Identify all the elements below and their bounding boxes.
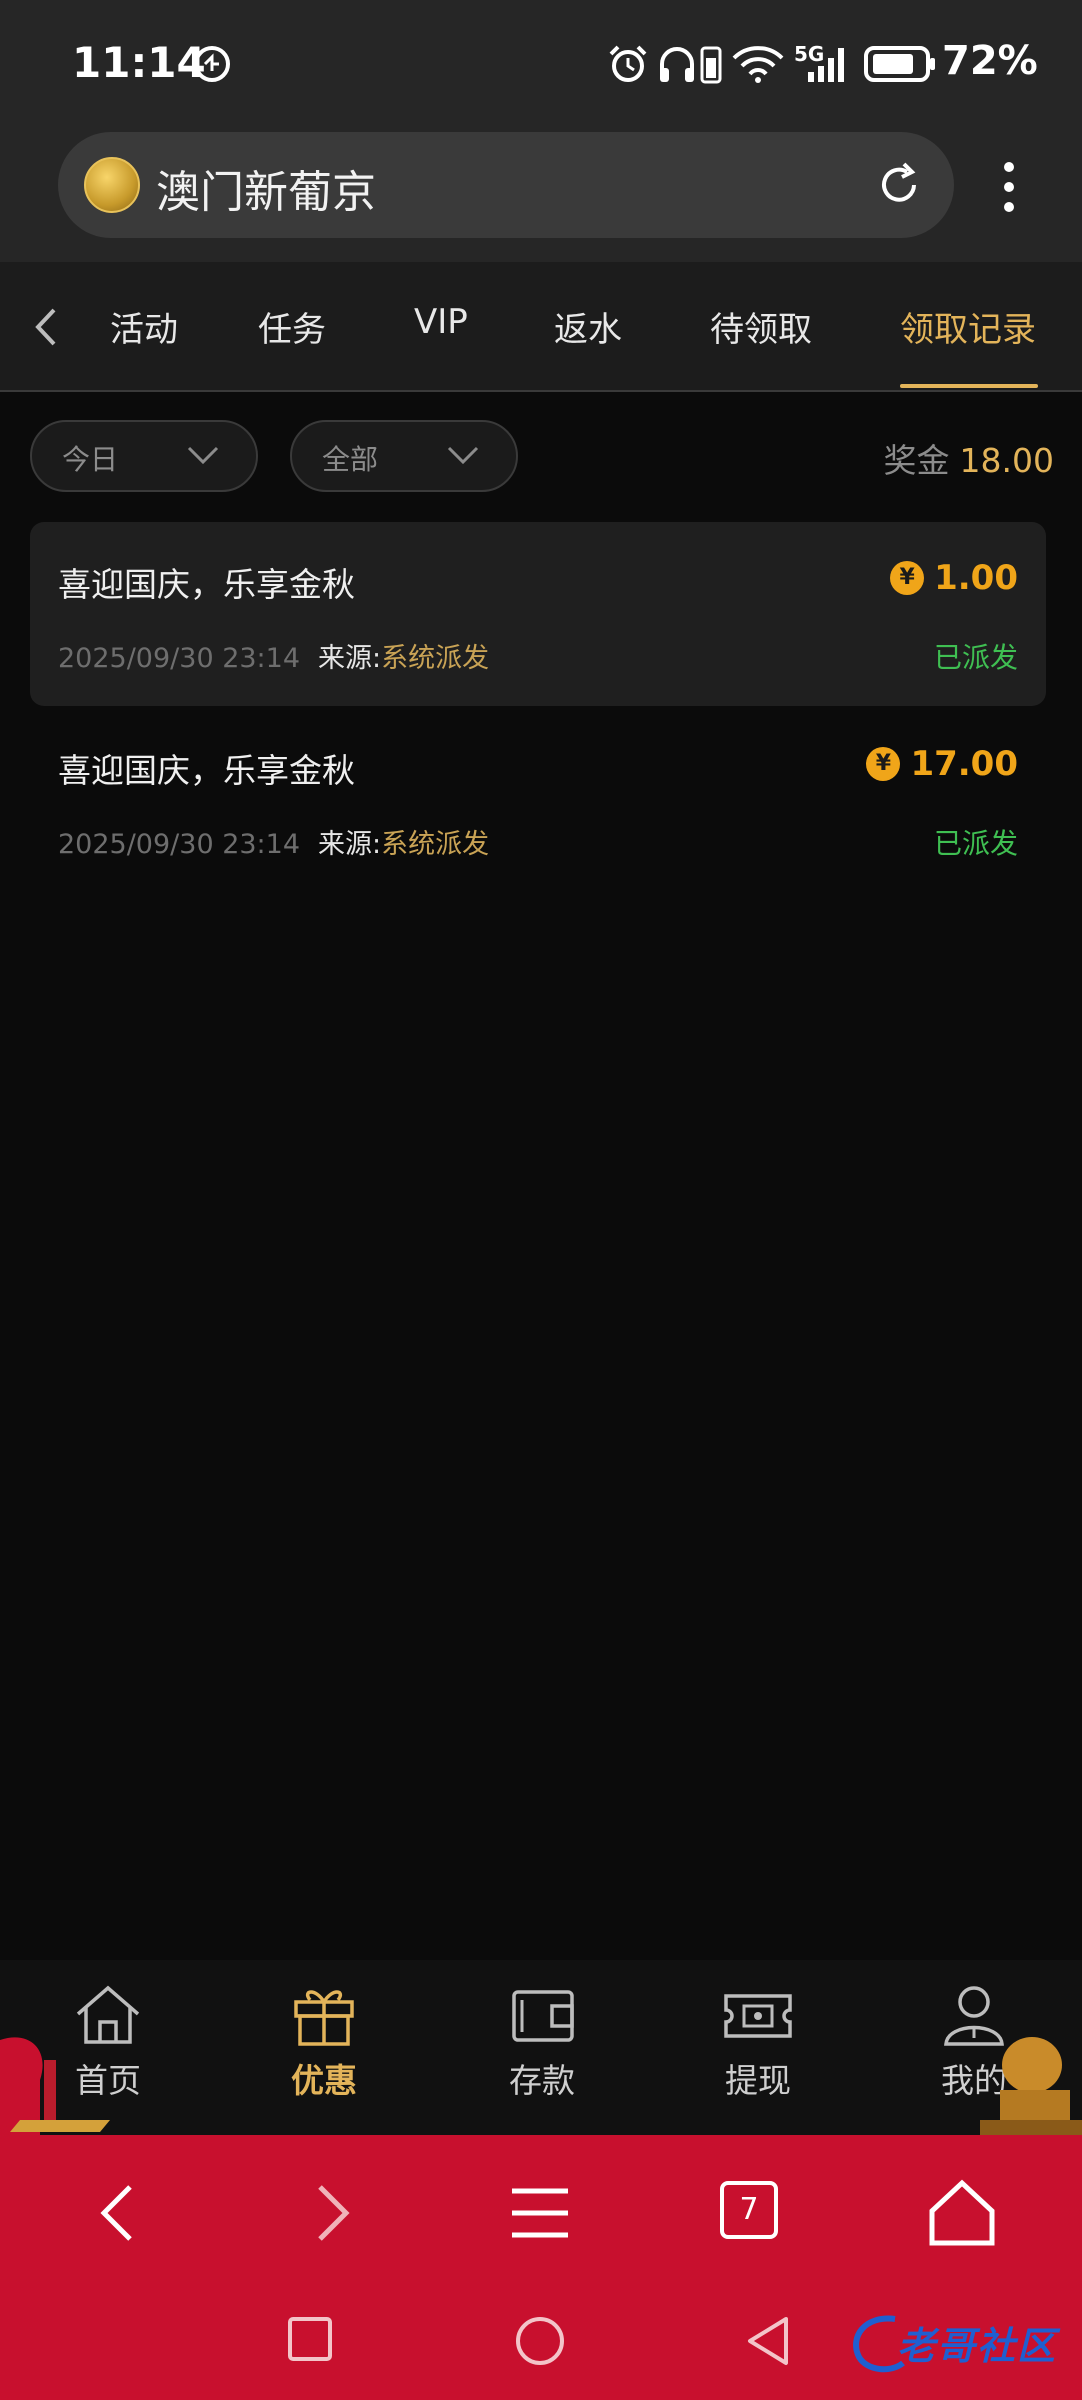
watermark-text: 老哥社区: [897, 2324, 1058, 2368]
record-amount: ¥ 1.00: [890, 558, 1018, 598]
active-tab-indicator: [900, 384, 1038, 388]
nav-withdraw[interactable]: 提现: [688, 1982, 828, 2102]
nav-deposit[interactable]: 存款: [472, 1982, 612, 2102]
bonus-label: 奖金: [883, 441, 950, 480]
bonus-value: 18.00: [959, 441, 1054, 480]
forward-arrow-icon[interactable]: [290, 2173, 370, 2253]
lion-statue-decoration-icon: [980, 2037, 1082, 2135]
record-status: 已派发: [933, 827, 1018, 860]
date-filter-value: 今日: [62, 443, 119, 476]
tab-count-button[interactable]: 7: [720, 2181, 778, 2239]
record-title: 喜迎国庆，乐享金秋: [58, 751, 355, 790]
nav-deposit-label: 存款: [509, 2061, 575, 2100]
battery-percent: 72%: [942, 38, 1038, 84]
reload-icon[interactable]: [874, 160, 924, 210]
tab-tasks[interactable]: 任务: [258, 302, 326, 351]
battery-icon: [864, 46, 935, 82]
wallet-icon: [512, 1990, 574, 2042]
record-status: 已派发: [933, 641, 1018, 674]
promo-tabs: 活动 任务 VIP 返水 待领取 领取记录: [0, 262, 1082, 392]
gift-icon: [294, 1990, 354, 2046]
record-item[interactable]: 喜迎国庆，乐享金秋 ¥ 1.00 2025/09/30 23:14 来源:系统派发…: [30, 522, 1046, 706]
url-field[interactable]: 澳门新葡京: [58, 132, 954, 238]
status-time: 11:14: [72, 38, 206, 87]
record-amount-value: 17.00: [910, 744, 1018, 784]
recents-square-icon[interactable]: [286, 2315, 334, 2363]
system-nav-bar: 老哥社区: [0, 2285, 1082, 2400]
record-title: 喜迎国庆，乐享金秋: [58, 565, 355, 604]
type-filter-dropdown[interactable]: 全部: [290, 420, 518, 492]
record-amount: ¥ 17.00: [866, 744, 1018, 784]
record-source-label: 来源:: [318, 829, 382, 860]
record-meta: 2025/09/30 23:14 来源:系统派发: [58, 822, 489, 861]
sync-icon: [194, 46, 230, 82]
back-triangle-icon[interactable]: [744, 2315, 792, 2367]
tab-claim-history[interactable]: 领取记录: [900, 302, 1036, 351]
tab-rebate[interactable]: 返水: [554, 302, 622, 351]
nav-promotions-label: 优惠: [291, 2061, 357, 2100]
site-title: 澳门新葡京: [156, 167, 376, 218]
yuan-coin-icon: ¥: [866, 747, 901, 781]
record-source: 系统派发: [381, 829, 490, 860]
record-source: 系统派发: [381, 643, 490, 674]
tab-pending[interactable]: 待领取: [710, 302, 812, 351]
record-meta: 2025/09/30 23:14 来源:系统派发: [58, 636, 489, 675]
signal-icon: [808, 48, 844, 82]
back-arrow-icon[interactable]: [80, 2173, 160, 2253]
status-bar: 11:14 5G 72%: [0, 0, 1082, 132]
battery-small-icon: [700, 46, 722, 84]
watermark-logo: 老哥社区: [845, 2307, 1065, 2377]
dragon-logo-icon: [853, 2315, 905, 2373]
withdraw-icon: [724, 1994, 792, 2038]
site-logo: [84, 157, 140, 213]
headphones-icon: [660, 47, 694, 82]
home-page-icon[interactable]: [922, 2173, 1002, 2253]
wifi-icon: [732, 46, 784, 83]
record-item[interactable]: 喜迎国庆，乐享金秋 ¥ 17.00 2025/09/30 23:14 来源:系统派…: [30, 708, 1046, 892]
record-datetime: 2025/09/30 23:14: [58, 643, 301, 674]
tab-vip[interactable]: VIP: [414, 302, 468, 342]
date-filter-dropdown[interactable]: 今日: [30, 420, 258, 492]
record-datetime: 2025/09/30 23:14: [58, 829, 301, 860]
bottom-app-nav: 首页 优惠 存款 提现 我的: [0, 1960, 1082, 2135]
chevron-down-icon: [187, 446, 219, 465]
type-filter-value: 全部: [322, 443, 379, 476]
record-source-label: 来源:: [318, 643, 382, 674]
record-amount-value: 1.00: [934, 558, 1018, 598]
hamburger-menu-icon[interactable]: [500, 2173, 580, 2253]
home-circle-icon[interactable]: [514, 2315, 566, 2367]
more-menu-icon[interactable]: [994, 156, 1024, 216]
tabs-scroll-left-icon[interactable]: [26, 302, 66, 352]
tiananmen-decoration-icon: [0, 2037, 110, 2135]
chevron-down-icon: [447, 446, 479, 465]
browser-toolbar: 7: [0, 2135, 1082, 2285]
bonus-total: 奖金 18.00: [884, 434, 1054, 482]
alarm-icon: [609, 45, 647, 82]
nav-promotions[interactable]: 优惠: [254, 1982, 394, 2102]
nav-withdraw-label: 提现: [725, 2061, 791, 2100]
tab-activity[interactable]: 活动: [110, 302, 178, 351]
yuan-coin-icon: ¥: [890, 561, 925, 595]
browser-address-bar: 澳门新葡京: [0, 132, 1082, 262]
